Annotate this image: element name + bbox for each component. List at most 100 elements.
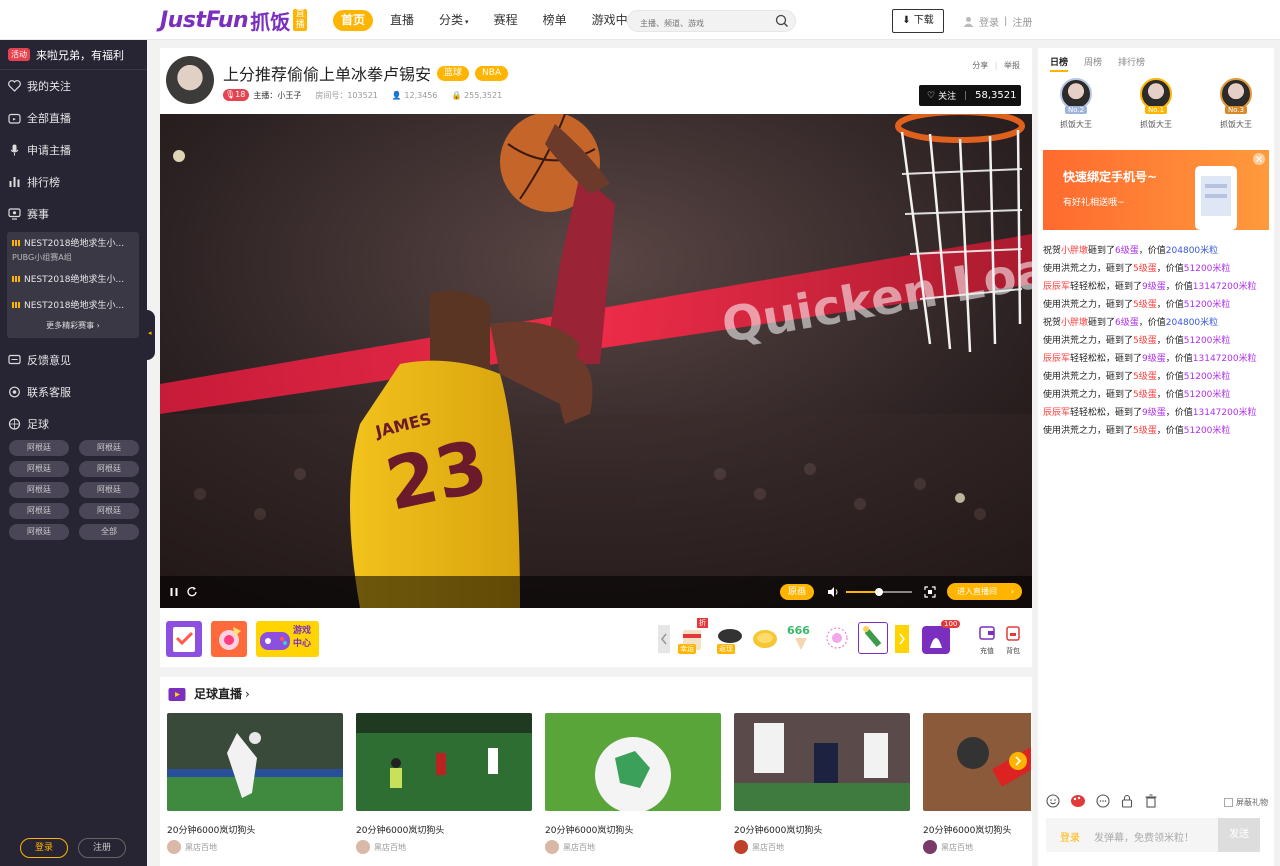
gift-item-selected[interactable] (858, 622, 888, 654)
chat-part-b[interactable]: 辰辰军 (1043, 354, 1070, 364)
team-tag[interactable]: 阿根廷 (9, 524, 69, 540)
backpack-button[interactable]: 背包 (1003, 624, 1023, 656)
pause-icon[interactable] (169, 587, 179, 597)
sidebar-login-button[interactable]: 登录 (20, 838, 68, 858)
send-button[interactable]: 发送 (1218, 818, 1260, 852)
chat-input-placeholder[interactable]: 发弹幕，免费领米粒！ (1094, 829, 1194, 844)
volume-icon[interactable] (827, 586, 840, 598)
brand-logo[interactable]: JustFun 抓饭 直播 (160, 6, 308, 34)
report-link[interactable]: 举报 (1004, 61, 1020, 70)
trash-icon[interactable] (1144, 794, 1158, 808)
firework-gift-icon[interactable] (822, 624, 852, 652)
tab-ranking[interactable]: 排行榜 (1118, 55, 1145, 72)
room-tag[interactable]: 篮球 (437, 65, 470, 81)
sidebar-item-ranking[interactable]: 排行榜 (0, 166, 147, 198)
podium-2[interactable]: No.2 抓饭大王 (1046, 78, 1106, 130)
video-player[interactable]: Quicken Loans 23 JAMES 原画 进入直播间 › (160, 114, 1032, 608)
live-card[interactable]: 20分钟6000岚切狗头 黑店百地 (734, 713, 910, 854)
team-tag[interactable]: 阿根廷 (79, 461, 139, 477)
block-gifts-toggle[interactable]: 屏蔽礼物 (1224, 797, 1268, 808)
match-item[interactable]: NEST2018绝地求生小... (7, 272, 139, 289)
sidebar-item-apply-host[interactable]: 申请主播 (0, 134, 147, 166)
team-tag[interactable]: 阿根廷 (79, 503, 139, 519)
nav-live[interactable]: 直播 (382, 10, 422, 31)
match-item[interactable]: NEST2018绝地求生小... (7, 298, 139, 315)
task-icon[interactable] (166, 621, 202, 657)
lock-icon[interactable] (1120, 794, 1134, 808)
section-header[interactable]: 足球直播 › (168, 685, 250, 702)
champagne-icon (863, 626, 882, 647)
recharge-button[interactable]: 充值 (977, 624, 997, 656)
gift-next-arrow[interactable] (895, 625, 909, 653)
volume-slider[interactable] (846, 588, 912, 596)
share-link[interactable]: 分享 (972, 61, 988, 70)
game-center-banner[interactable]: 游戏中心 (256, 621, 319, 657)
team-tag[interactable]: 阿根廷 (9, 440, 69, 456)
sidebar-promo[interactable]: 活动 来啦兄弟，有福利 (0, 40, 147, 70)
nav-home[interactable]: 首页 (333, 10, 374, 31)
bind-phone-banner[interactable]: 快速绑定手机号~ 有好礼相送哦~ (1043, 150, 1269, 230)
sidebar-item-football[interactable]: 足球 (0, 408, 147, 440)
chat-part-b[interactable]: 辰辰军 (1043, 408, 1070, 418)
volume-knob[interactable] (875, 588, 883, 596)
gift-item[interactable]: 666 (786, 624, 816, 652)
chat-login-link[interactable]: 登录 (1060, 829, 1080, 844)
live-card[interactable]: 20分钟6000岚切狗头 黑店百地 (545, 713, 721, 854)
lottery-icon[interactable] (211, 621, 247, 657)
download-button[interactable]: ⬇ 下载 (892, 9, 944, 33)
nav-category[interactable]: 分类 ▾ (431, 10, 477, 31)
chat-part-b[interactable]: 辰辰军 (1043, 282, 1070, 292)
podium-3[interactable]: No.3 抓饭大王 (1206, 78, 1266, 130)
chat-bubble-icon[interactable] (1096, 794, 1110, 808)
gift-item[interactable]: 返现 (715, 624, 745, 654)
sidebar-item-support[interactable]: 联系客服 (0, 376, 147, 408)
search-icon[interactable] (775, 14, 789, 28)
host-avatar[interactable] (166, 56, 214, 104)
palette-icon[interactable] (1070, 794, 1086, 808)
nav-rankings[interactable]: 榜单 (535, 10, 575, 31)
gift-item[interactable]: 折 幸运 (678, 618, 708, 654)
tab-weekly[interactable]: 周榜 (1084, 55, 1102, 72)
chat-part-b[interactable]: 小胖墩 (1061, 318, 1088, 328)
podium-1[interactable]: No.1 抓饭大王 (1126, 78, 1186, 130)
sidebar-item-following[interactable]: 我的关注 (0, 70, 147, 102)
carousel-next-icon[interactable] (1009, 752, 1027, 770)
live-card[interactable]: 20分钟6000岚切狗头 黑店百地 (167, 713, 343, 854)
sidebar-register-button[interactable]: 注册 (78, 838, 126, 858)
tab-daily[interactable]: 日榜 (1050, 55, 1069, 72)
team-tag[interactable]: 阿根廷 (79, 440, 139, 456)
login-link[interactable]: 登录 (979, 14, 999, 29)
emoji-icon[interactable] (1046, 794, 1060, 808)
team-tag[interactable]: 阿根廷 (9, 461, 69, 477)
live-card[interactable]: 20分钟6000岚切狗头 黑店百地 (923, 713, 1031, 854)
enter-room-button[interactable]: 进入直播间 › (947, 583, 1022, 600)
follow-button[interactable]: ♡ 关注 | 58,3521 (919, 85, 1021, 106)
gift-bag[interactable]: 100 (921, 620, 961, 654)
host-level-badge: 🎙18 (223, 89, 250, 101)
chat-part-b[interactable]: 小胖墩 (1061, 246, 1088, 256)
quality-button[interactable]: 原画 (780, 584, 814, 600)
chat-messages: 祝贺小胖墩砸到了6级蛋，价值204800米粒 使用洪荒之力，砸到了5级蛋，价值51… (1043, 242, 1271, 440)
refresh-icon[interactable] (186, 586, 198, 598)
match-item[interactable]: NEST2018绝地求生小... PUBG小组赛A组 (7, 236, 139, 266)
team-tag[interactable]: 阿根廷 (9, 503, 69, 519)
team-tag[interactable]: 阿根廷 (9, 482, 69, 498)
room-tag[interactable]: NBA (475, 65, 509, 81)
sidebar-item-events[interactable]: 赛事 (0, 198, 147, 230)
fullscreen-icon[interactable] (924, 586, 936, 598)
more-matches-link[interactable]: 更多精彩赛事 › (7, 315, 139, 334)
all-tags[interactable]: 全部 (79, 524, 139, 540)
chat-input-box[interactable]: 登录 发弹幕，免费领米粒！ 发送 (1046, 818, 1260, 852)
search-input[interactable] (628, 13, 768, 34)
close-icon[interactable] (1253, 153, 1265, 165)
sidebar-collapse-handle[interactable]: ◂ (147, 310, 155, 360)
sidebar-item-all-live[interactable]: 全部直播 (0, 102, 147, 134)
nav-schedule[interactable]: 赛程 (486, 10, 526, 31)
sidebar-item-feedback[interactable]: 反馈意见 (0, 344, 147, 376)
gold-coin-gift-icon[interactable] (750, 624, 780, 652)
register-link[interactable]: 注册 (1012, 14, 1032, 29)
gift-prev-arrow[interactable] (658, 625, 670, 653)
live-card[interactable]: 20分钟6000岚切狗头 黑店百地 (356, 713, 532, 854)
block-gifts-checkbox[interactable] (1224, 798, 1233, 807)
team-tag[interactable]: 阿根廷 (79, 482, 139, 498)
